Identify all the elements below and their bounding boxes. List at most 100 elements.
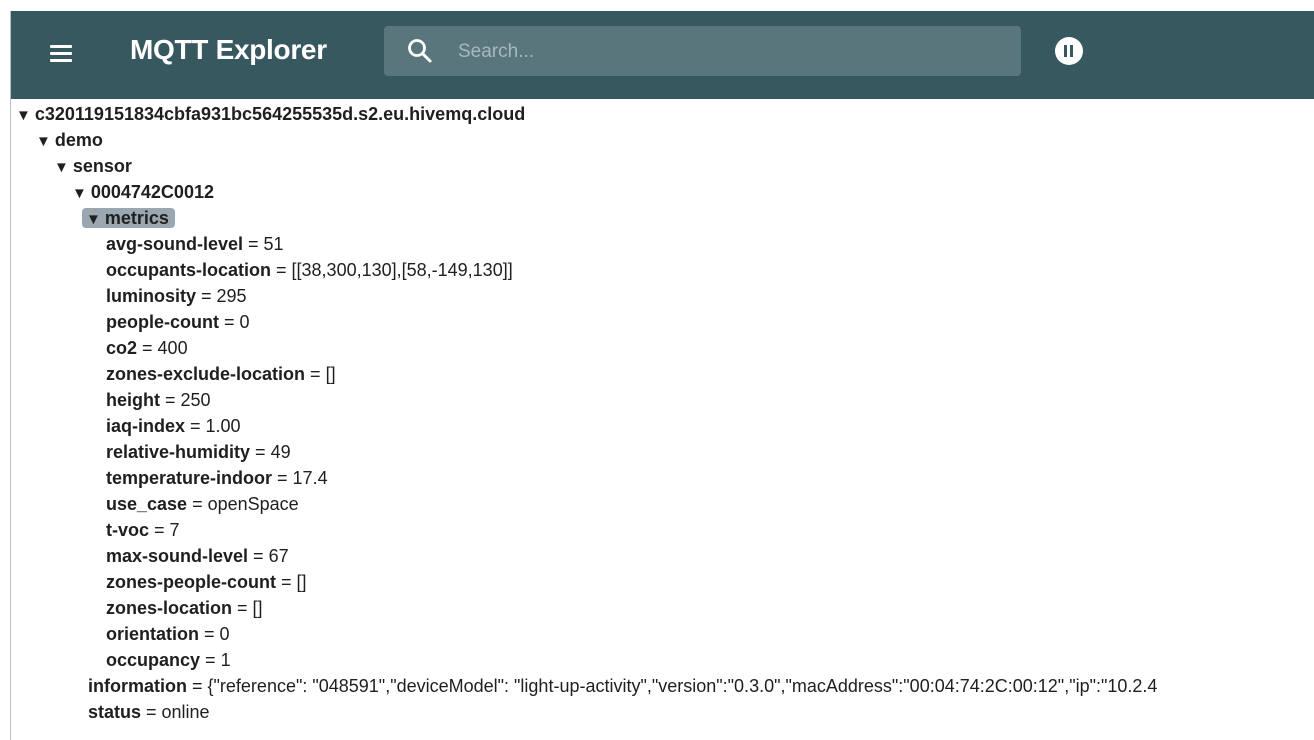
app-bar: MQTT Explorer	[11, 11, 1314, 99]
tree-node-metrics[interactable]: ▼ metrics	[82, 205, 175, 231]
topic-value: 49	[270, 442, 291, 462]
triangle-down-icon: ▼	[36, 133, 51, 150]
tree-leaf[interactable]: zones-exclude-location = []	[106, 361, 336, 387]
topic-value: 0	[239, 312, 250, 332]
tree-node-demo[interactable]: ▼ demo	[36, 127, 103, 153]
topic-value: 1.00	[205, 416, 241, 436]
tree-node-label: metrics	[104, 208, 169, 228]
topic-value: online	[161, 702, 210, 722]
app-window: MQTT Explorer ▼c320119151834cbfa931bc564…	[10, 11, 1314, 740]
tree-leaf[interactable]: orientation = 0	[106, 621, 230, 647]
tree-leaf[interactable]: temperature-indoor = 17.4	[106, 465, 328, 491]
tree-leaf[interactable]: max-sound-level = 67	[106, 543, 289, 569]
equals-sign: =	[187, 494, 208, 514]
equals-sign: =	[272, 468, 293, 488]
topic-value: 295	[216, 286, 247, 306]
topic-key: zones-location	[106, 598, 233, 618]
topic-key: max-sound-level	[106, 546, 249, 566]
topic-value: openSpace	[207, 494, 299, 514]
equals-sign: =	[219, 312, 240, 332]
topic-value: []	[325, 364, 336, 384]
search-input[interactable]	[456, 36, 1000, 68]
menu-button[interactable]	[47, 39, 77, 69]
tree-leaf[interactable]: information = {"reference": "048591","de…	[88, 673, 1157, 699]
pause-button[interactable]	[1055, 37, 1083, 65]
tree-leaf[interactable]: zones-people-count = []	[106, 569, 307, 595]
equals-sign: =	[276, 572, 297, 592]
tree-node-label: sensor	[72, 156, 132, 176]
topic-key: zones-people-count	[106, 572, 276, 592]
topic-key: orientation	[106, 624, 199, 644]
topic-value: 7	[169, 520, 180, 540]
triangle-down-icon: ▼	[16, 107, 31, 124]
tree-node-root[interactable]: ▼ c320119151834cbfa931bc564255535d.s2.eu.…	[16, 101, 525, 127]
equals-sign: =	[196, 286, 217, 306]
topic-key: height	[106, 390, 160, 410]
topic-value: 1	[220, 650, 231, 670]
hamburger-menu-icon-line	[50, 52, 72, 55]
equals-sign: =	[200, 650, 221, 670]
tree-leaf[interactable]: zones-location = []	[106, 595, 263, 621]
triangle-down-icon: ▼	[54, 159, 69, 176]
hamburger-menu-icon	[50, 45, 72, 48]
equals-sign: =	[187, 676, 208, 696]
tree-leaf[interactable]: status = online	[88, 699, 210, 725]
tree-node-label: 0004742C0012	[90, 182, 214, 202]
topic-value: [[38,300,130],[58,-149,130]]	[291, 260, 513, 280]
topic-value: []	[252, 598, 263, 618]
topic-key: people-count	[106, 312, 219, 332]
topic-value: 51	[263, 234, 284, 254]
equals-sign: =	[232, 598, 253, 618]
equals-sign: =	[185, 416, 206, 436]
tree-leaf[interactable]: use_case = openSpace	[106, 491, 299, 517]
topic-key: temperature-indoor	[106, 468, 273, 488]
topic-key: status	[88, 702, 142, 722]
equals-sign: =	[160, 390, 181, 410]
topic-key: relative-humidity	[106, 442, 251, 462]
topic-value: []	[296, 572, 307, 592]
topic-key: use_case	[106, 494, 188, 514]
equals-sign: =	[149, 520, 170, 540]
topic-key: luminosity	[106, 286, 197, 306]
selected-node-highlight: ▼ metrics	[82, 208, 175, 228]
tree-leaf[interactable]: luminosity = 295	[106, 283, 247, 309]
search-icon	[408, 39, 432, 63]
topic-key: t-voc	[106, 520, 150, 540]
tree-leaf[interactable]: occupancy = 1	[106, 647, 231, 673]
equals-sign: =	[137, 338, 158, 358]
topic-key: co2	[106, 338, 138, 358]
pause-icon	[1064, 45, 1067, 57]
tree-leaf[interactable]: avg-sound-level = 51	[106, 231, 284, 257]
tree-node-label: c320119151834cbfa931bc564255535d.s2.eu.h…	[34, 104, 526, 124]
topic-key: avg-sound-level	[106, 234, 244, 254]
equals-sign: =	[248, 546, 269, 566]
topic-key: occupants-location	[106, 260, 272, 280]
tree-node-label: demo	[54, 130, 103, 150]
topic-value: 0	[219, 624, 230, 644]
tree-leaf[interactable]: co2 = 400	[106, 335, 188, 361]
topic-value: 67	[268, 546, 289, 566]
equals-sign: =	[250, 442, 271, 462]
tree-node-sensor[interactable]: ▼ sensor	[54, 153, 132, 179]
equals-sign: =	[199, 624, 220, 644]
equals-sign: =	[141, 702, 162, 722]
tree-leaf[interactable]: iaq-index = 1.00	[106, 413, 241, 439]
topic-value: 400	[157, 338, 188, 358]
hamburger-menu-icon-line	[50, 59, 72, 62]
topic-value: 250	[180, 390, 211, 410]
topic-value: 17.4	[292, 468, 328, 488]
app-title: MQTT Explorer	[130, 34, 327, 65]
equals-sign: =	[305, 364, 326, 384]
tree-leaf[interactable]: people-count = 0	[106, 309, 250, 335]
equals-sign: =	[271, 260, 292, 280]
pause-icon-bar	[1070, 45, 1073, 57]
tree-leaf[interactable]: t-voc = 7	[106, 517, 180, 543]
topic-key: zones-exclude-location	[106, 364, 306, 384]
search-box[interactable]	[384, 26, 1021, 76]
tree-node-device[interactable]: ▼ 0004742C0012	[72, 179, 214, 205]
tree-leaf[interactable]: height = 250	[106, 387, 211, 413]
topic-value: {"reference": "048591","deviceModel": "l…	[207, 676, 1158, 696]
tree-leaf[interactable]: occupants-location = [[38,300,130],[58,-…	[106, 257, 513, 283]
topic-key: occupancy	[106, 650, 201, 670]
tree-leaf[interactable]: relative-humidity = 49	[106, 439, 291, 465]
